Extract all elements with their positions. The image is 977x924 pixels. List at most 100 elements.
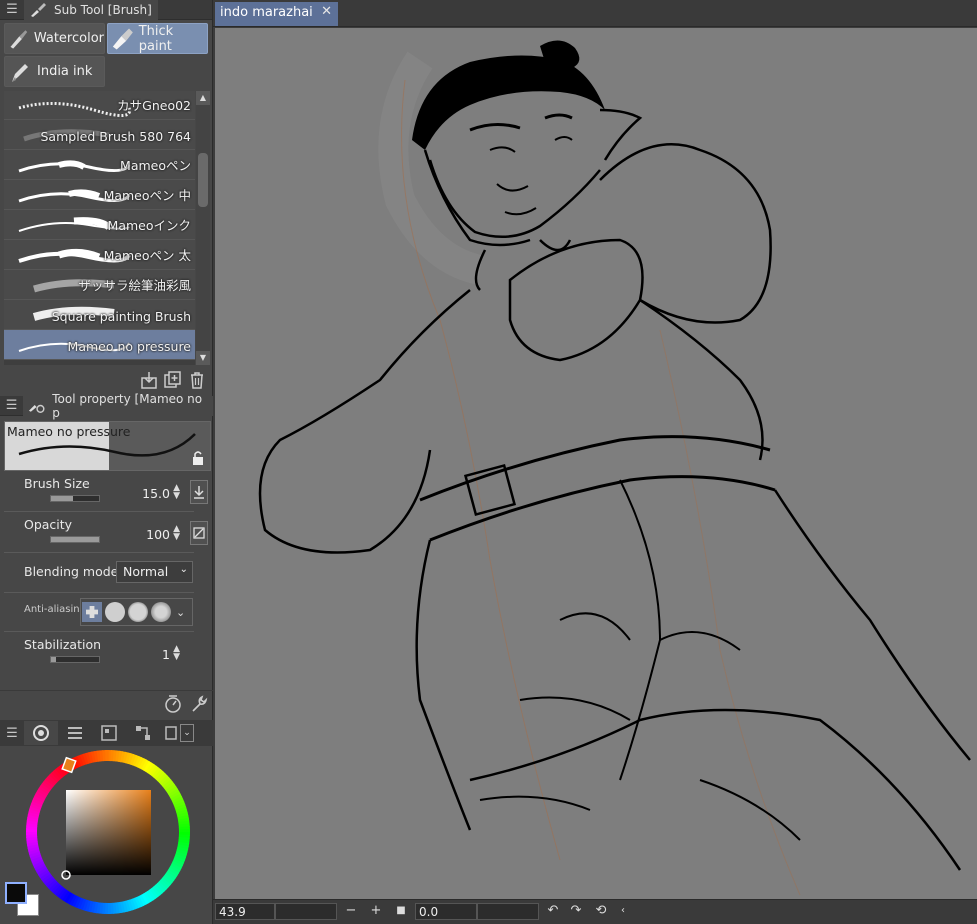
thick-paint-brush-icon [112, 28, 133, 49]
tool-property-footer [0, 690, 213, 716]
brush-name: Square painting Brush [51, 309, 191, 324]
close-icon[interactable]: ✕ [321, 4, 332, 19]
panel-menu-icon[interactable]: ☰ [0, 2, 24, 17]
document-tab-bar: indo marazhai ✕ [213, 0, 977, 27]
anti-aliasing-options: ⌄ [80, 598, 193, 626]
brush-name: カサGneo02 [117, 98, 191, 113]
anti-aliasing-row: Anti-aliasing ⌄ [4, 592, 194, 632]
group-india-ink-button[interactable]: India ink [4, 56, 105, 87]
chevron-down-icon[interactable]: ⌄ [176, 606, 185, 619]
zoom-out-button[interactable]: − [343, 903, 359, 920]
stabilization-spinner[interactable]: ▲ ▼ [173, 645, 180, 662]
opacity-slider[interactable] [50, 536, 100, 543]
brush-list-item-selected[interactable]: Mameo no pressure [4, 330, 195, 360]
document-tab[interactable]: indo marazhai ✕ [215, 2, 338, 26]
color-set-icon [101, 725, 117, 741]
brush-list-item[interactable]: Square painting Brush [4, 300, 195, 330]
brush-stroke-preview [18, 160, 131, 173]
blending-mode-row: Blending mode Normal ⌄ [4, 553, 194, 593]
brush-list-item[interactable]: Mameoペン 太 [4, 240, 195, 270]
brush-list-item[interactable]: ザッサラ絵筆油彩風 [4, 270, 195, 300]
aa-medium-option[interactable] [128, 602, 148, 622]
brush-name: Mameoペン [120, 158, 191, 173]
brush-list: カサGneo02 Sampled Brush 580 764 Mameoペン M… [4, 91, 195, 365]
color-set-tab[interactable] [92, 721, 126, 745]
wrench-icon[interactable] [189, 694, 209, 714]
anti-aliasing-label: Anti-aliasing [24, 604, 86, 615]
approximate-color-tab[interactable] [160, 721, 180, 745]
scroll-thumb[interactable] [198, 153, 208, 207]
stabilization-slider[interactable] [50, 656, 100, 663]
main-color-swatch[interactable] [5, 882, 27, 904]
brush-list-item[interactable]: カサGneo02 [4, 91, 195, 120]
chevron-down-icon[interactable]: ⌄ [180, 724, 194, 742]
stabilization-row: Stabilization 1 ▲ ▼ [4, 633, 194, 673]
opacity-value[interactable]: 100 [146, 527, 170, 542]
group-label: Watercolor [33, 31, 104, 46]
opacity-spinner[interactable]: ▲ ▼ [173, 525, 180, 542]
brush-list-item[interactable]: Mameoペン 中 [4, 180, 195, 210]
document-tab-label: indo marazhai [220, 5, 313, 20]
panel-menu-icon[interactable]: ☰ [0, 398, 23, 413]
zoom-field[interactable]: 43.9 [215, 903, 275, 920]
left-panel: ☰ Sub Tool [Brush] Watercolor Thick pain… [0, 0, 213, 924]
opacity-label: Opacity [24, 517, 73, 532]
group-watercolor-button[interactable]: Watercolor [4, 23, 105, 54]
brush-size-slider[interactable] [50, 495, 100, 502]
brush-list-item[interactable]: Sampled Brush 580 764 [4, 120, 195, 150]
lock-icon[interactable] [190, 450, 206, 466]
aa-none-option[interactable] [82, 602, 102, 622]
fit-view-button[interactable]: ■ [393, 903, 409, 920]
brush-name: Mameoペン 太 [103, 248, 191, 263]
rotation-field[interactable]: 0.0 [415, 903, 477, 920]
opacity-menu-button[interactable] [190, 521, 208, 545]
aa-weak-option[interactable] [105, 602, 125, 622]
subtool-panel-title: Sub Tool [Brush] [54, 2, 152, 17]
brush-name: Sampled Brush 580 764 [40, 129, 191, 144]
scroll-down-icon[interactable]: ▼ [196, 351, 210, 365]
brush-tool-icon [31, 2, 46, 17]
group-label: India ink [37, 64, 93, 79]
chevron-down-icon: ⌄ [179, 564, 188, 575]
blending-mode-select[interactable]: Normal ⌄ [116, 561, 193, 583]
reset-rotation-icon[interactable]: ⟲ [593, 903, 609, 920]
rotate-right-icon[interactable]: ↷ [568, 903, 584, 920]
subtool-tab[interactable]: Sub Tool [Brush] [24, 0, 158, 20]
color-panel-header: ☰ ⌄ [0, 720, 213, 746]
group-thick-paint-button[interactable]: Thick paint [107, 23, 208, 54]
import-icon[interactable] [139, 370, 159, 390]
tool-property-title: Tool property [Mameo no p [52, 391, 203, 420]
reset-clock-icon[interactable] [163, 694, 183, 714]
intermediate-color-tab[interactable] [126, 721, 160, 745]
chevron-left-icon[interactable]: ‹ [615, 903, 631, 920]
panel-menu-icon[interactable]: ☰ [0, 726, 24, 741]
brush-size-menu-button[interactable] [190, 480, 208, 504]
duplicate-icon[interactable] [163, 370, 183, 390]
brush-size-spinner[interactable]: ▲ ▼ [173, 484, 180, 501]
aa-strong-option[interactable] [151, 602, 171, 622]
stabilization-value[interactable]: 1 [162, 647, 170, 662]
brush-list-item[interactable]: Mameoペン [4, 150, 195, 180]
color-wheel-tab[interactable] [24, 721, 58, 745]
trash-icon[interactable] [187, 370, 207, 390]
drawing-canvas[interactable] [215, 28, 977, 899]
zoom-slider[interactable] [275, 903, 337, 920]
rotation-slider[interactable] [477, 903, 539, 920]
group-label: Thick paint [138, 23, 174, 54]
brush-name: Mameoペン 中 [103, 188, 191, 203]
color-slider-tab[interactable] [58, 721, 92, 745]
tool-property-icon [28, 404, 45, 413]
ink-pen-icon [12, 63, 28, 82]
download-arrow-icon [194, 486, 204, 499]
brush-size-value[interactable]: 15.0 [142, 486, 170, 501]
rotate-left-icon[interactable]: ↶ [545, 903, 561, 920]
color-wheel[interactable] [22, 746, 194, 918]
brush-list-item[interactable]: Mameoインク [4, 210, 195, 240]
pressure-icon [193, 527, 205, 539]
brush-list-scrollbar[interactable]: ▲ ▼ [196, 91, 210, 365]
scroll-up-icon[interactable]: ▲ [196, 91, 210, 105]
brush-size-label: Brush Size [24, 476, 90, 491]
zoom-in-button[interactable]: + [368, 903, 384, 920]
hue-picker-handle[interactable] [61, 756, 77, 774]
tool-property-tab[interactable]: Tool property [Mameo no p [23, 392, 213, 420]
